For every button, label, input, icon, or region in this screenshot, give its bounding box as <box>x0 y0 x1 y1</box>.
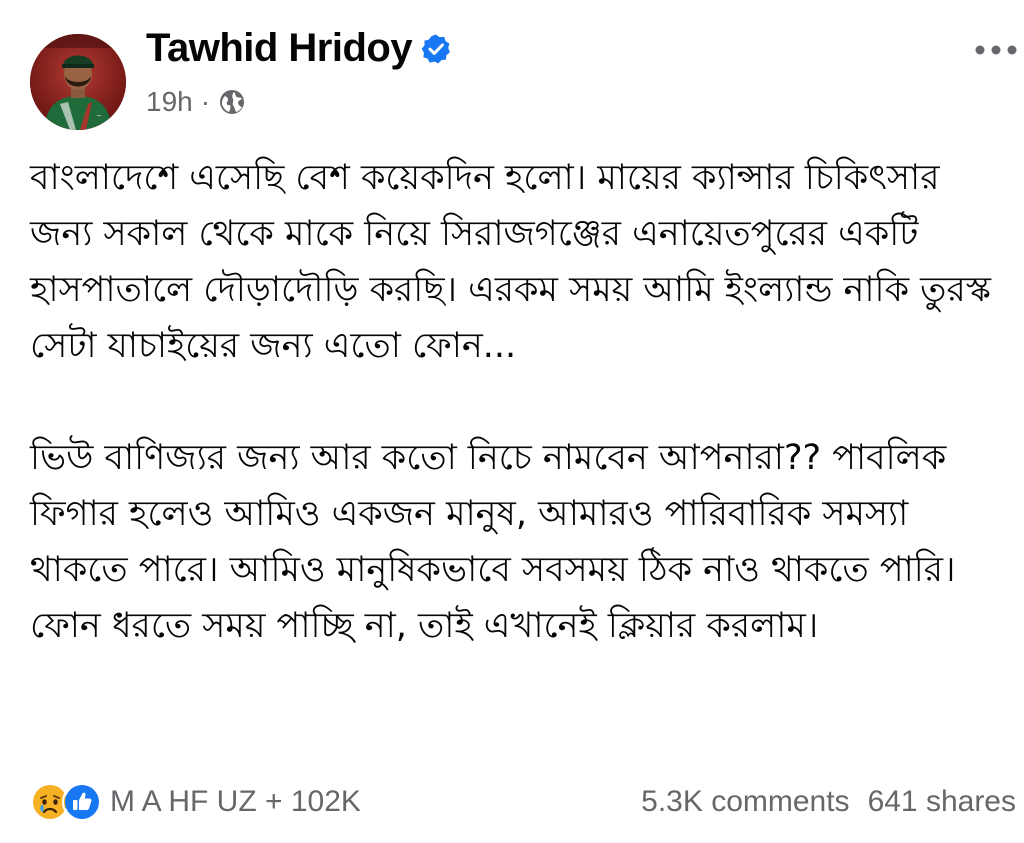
post-paragraph-1: বাংলাদেশে এসেছি বেশ কয়েকদিন হলো। মায়ের… <box>30 158 1003 366</box>
post-time[interactable]: 19h <box>146 86 193 118</box>
svg-text:~: ~ <box>96 112 102 120</box>
comments-count[interactable]: 5.3K comments <box>641 785 849 819</box>
post-meta: 19h · <box>146 86 246 118</box>
globe-icon[interactable] <box>218 88 246 116</box>
post-body: বাংলাদেশে এসেছি বেশ কয়েকদিন হলো। মায়ের… <box>30 150 1005 710</box>
post-footer: M A HF UZ + 102K 5.3K comments 641 share… <box>30 778 1016 826</box>
author-avatar[interactable]: ~ <box>30 34 126 130</box>
reactions-summary[interactable]: M A HF UZ + 102K <box>30 782 361 822</box>
post-header: Tawhid Hridoy <box>146 26 452 71</box>
meta-separator: · <box>200 86 211 117</box>
facebook-post: ~ Tawhid Hridoy 19h · বাংলাদেশে এসেছি বে… <box>0 0 1024 843</box>
verified-badge-icon <box>420 33 452 65</box>
more-options-icon[interactable] <box>972 38 1020 62</box>
reaction-icons <box>30 782 102 822</box>
like-reaction-icon <box>62 782 102 822</box>
shares-count[interactable]: 641 shares <box>868 785 1016 819</box>
engagement-counts: 5.3K comments 641 shares <box>641 785 1016 819</box>
reactions-text: M A HF UZ + 102K <box>110 785 361 818</box>
post-paragraph-2: ভিউ বাণিজ্যর জন্য আর কতো নিচে নামবেন আপন… <box>30 438 967 646</box>
author-name[interactable]: Tawhid Hridoy <box>146 26 413 71</box>
